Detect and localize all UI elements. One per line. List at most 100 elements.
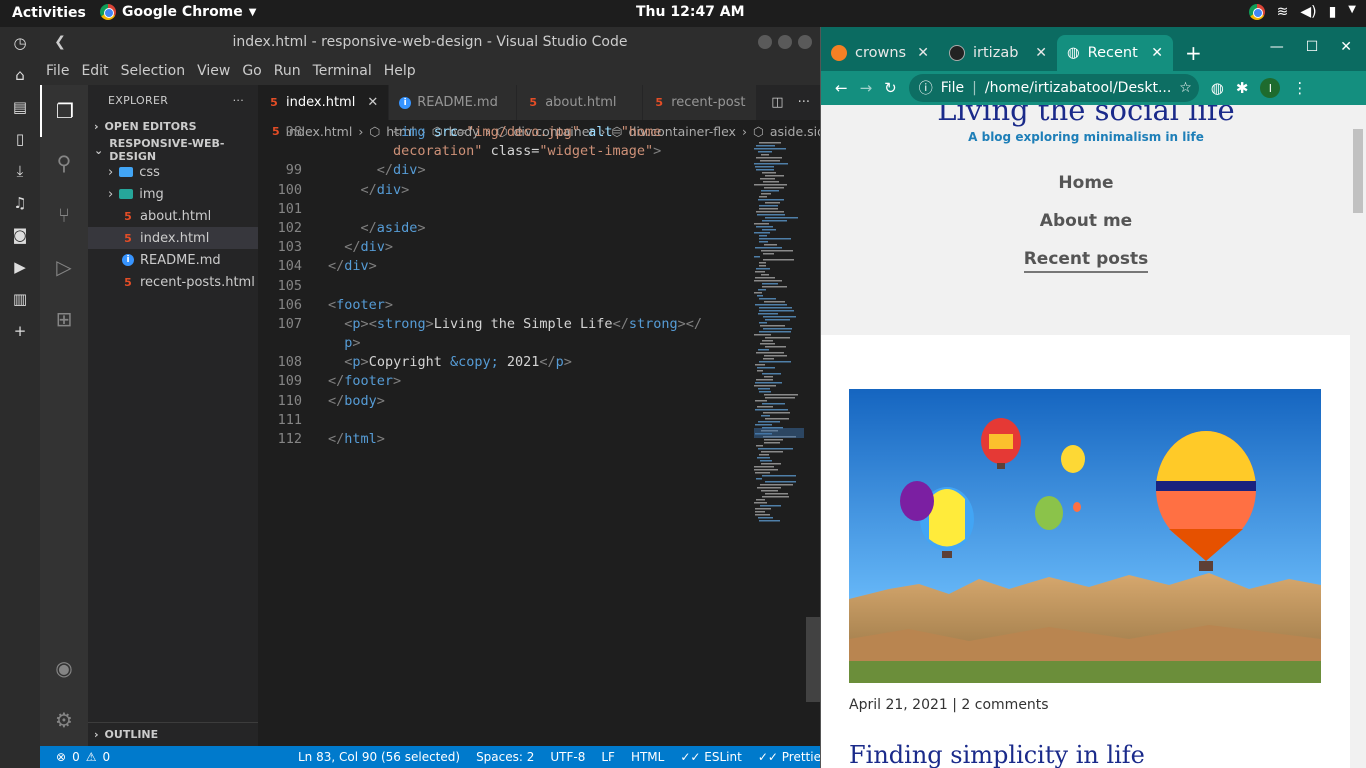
menu-selection[interactable]: Selection bbox=[121, 63, 186, 79]
maximize-button[interactable] bbox=[778, 35, 792, 49]
reload-icon[interactable]: ↻ bbox=[884, 79, 897, 97]
dock-video-icon[interactable]: ▶ bbox=[0, 251, 40, 283]
code-line[interactable]: 104 </div> bbox=[258, 258, 758, 277]
nav-home[interactable]: Home bbox=[821, 173, 1351, 193]
volume-icon[interactable]: ◀) bbox=[1300, 4, 1316, 20]
dock-trash-icon[interactable]: ▥ bbox=[0, 283, 40, 315]
dock-download-icon[interactable]: ⤓ bbox=[0, 155, 40, 187]
encoding[interactable]: UTF-8 bbox=[550, 750, 585, 764]
editor-scrollbar[interactable] bbox=[806, 142, 820, 746]
code-line[interactable]: 112 </html> bbox=[258, 431, 758, 450]
dock-music-icon[interactable]: ♫ bbox=[0, 187, 40, 219]
open-editors-section[interactable]: › OPEN EDITORS bbox=[88, 115, 258, 137]
problems-indicator[interactable]: ⊗ 0 ⚠ 0 bbox=[56, 750, 110, 764]
code-line[interactable]: 105 bbox=[258, 278, 758, 297]
code-line[interactable]: 103 </div> bbox=[258, 239, 758, 258]
nav-recent-posts[interactable]: Recent posts bbox=[1023, 249, 1149, 273]
minimap[interactable] bbox=[754, 142, 804, 602]
code-line[interactable]: 99 </div> bbox=[258, 162, 758, 181]
activities-button[interactable]: Activities bbox=[12, 5, 86, 21]
code-line[interactable]: 101 bbox=[258, 201, 758, 220]
code-editor[interactable]: 98 <img src="img/deco.jpg" alt="home dec… bbox=[258, 124, 758, 728]
close-icon[interactable]: ✕ bbox=[1151, 45, 1163, 61]
file-readme[interactable]: i README.md bbox=[88, 249, 258, 271]
dock-camera-icon[interactable]: ◙ bbox=[0, 219, 40, 251]
menu-file[interactable]: File bbox=[46, 63, 69, 79]
maximize-icon[interactable]: ☐ bbox=[1306, 39, 1319, 55]
close-button[interactable] bbox=[798, 35, 812, 49]
menu-edit[interactable]: Edit bbox=[81, 63, 108, 79]
code-line[interactable]: 100 </div> bbox=[258, 182, 758, 201]
tab-about-html[interactable]: 5 about.html bbox=[517, 85, 644, 120]
extensions-icon[interactable]: ⊞ bbox=[40, 293, 88, 345]
tab-recent-posts[interactable]: 5 recent-post bbox=[643, 85, 757, 120]
code-line[interactable]: 106 <footer> bbox=[258, 297, 758, 316]
code-line[interactable]: 107 <p><strong>Living the Simple Life</s… bbox=[258, 316, 758, 335]
close-icon[interactable]: ✕ bbox=[367, 95, 378, 110]
folder-css[interactable]: › css bbox=[88, 161, 258, 183]
close-icon[interactable]: ✕ bbox=[1035, 45, 1047, 61]
post-title[interactable]: Finding simplicity in life bbox=[849, 741, 1145, 768]
dock-add-icon[interactable]: + bbox=[0, 315, 40, 347]
dock-home-icon[interactable]: ⌂ bbox=[0, 59, 40, 91]
editor-scroll-thumb[interactable] bbox=[806, 617, 820, 702]
menu-terminal[interactable]: Terminal bbox=[313, 63, 372, 79]
eslint-status[interactable]: ✓✓ ESLint bbox=[680, 750, 741, 764]
run-debug-icon[interactable]: ▷ bbox=[40, 241, 88, 293]
account-icon[interactable]: ◉ bbox=[40, 642, 88, 694]
globe-extension-icon[interactable]: ◍ bbox=[1211, 79, 1224, 97]
explorer-icon[interactable]: ❐ bbox=[40, 85, 88, 137]
cursor-position[interactable]: Ln 83, Col 90 (56 selected) bbox=[298, 750, 460, 764]
code-line[interactable]: p> bbox=[258, 335, 758, 354]
battery-icon[interactable]: ▮ bbox=[1329, 4, 1337, 20]
tab-github[interactable]: irtizab ✕ bbox=[939, 35, 1057, 71]
extensions-puzzle-icon[interactable]: ✱ bbox=[1236, 79, 1249, 97]
chrome-tray-icon[interactable] bbox=[1248, 4, 1265, 20]
wifi-icon[interactable]: ≋ bbox=[1277, 4, 1289, 20]
file-about-html[interactable]: 5 about.html bbox=[88, 205, 258, 227]
more-actions-icon[interactable]: ··· bbox=[798, 95, 810, 110]
back-arrow-icon[interactable]: ← bbox=[835, 79, 848, 97]
power-caret-icon[interactable]: ▼ bbox=[1348, 4, 1356, 20]
minimize-button[interactable] bbox=[758, 35, 772, 49]
indentation[interactable]: Spaces: 2 bbox=[476, 750, 534, 764]
star-icon[interactable]: ☆ bbox=[1179, 80, 1192, 96]
forward-arrow-icon[interactable]: → bbox=[860, 79, 873, 97]
code-line[interactable]: 108 <p>Copyright &copy; 2021</p> bbox=[258, 354, 758, 373]
search-icon[interactable]: ⚲ bbox=[40, 137, 88, 189]
line-ending[interactable]: LF bbox=[601, 750, 615, 764]
tab-crowns[interactable]: crowns ✕ bbox=[821, 35, 939, 71]
menu-go[interactable]: Go bbox=[242, 63, 261, 79]
gear-icon[interactable]: ⚙ bbox=[40, 694, 88, 746]
close-icon[interactable]: ✕ bbox=[917, 45, 929, 61]
dock-clock-icon[interactable]: ◷ bbox=[0, 27, 40, 59]
nav-about[interactable]: About me bbox=[821, 211, 1351, 231]
menu-help[interactable]: Help bbox=[384, 63, 416, 79]
system-tray[interactable]: ≋ ◀) ▮ ▼ bbox=[1248, 4, 1356, 20]
dock-files-icon[interactable]: ▤ bbox=[0, 91, 40, 123]
close-icon[interactable]: ✕ bbox=[1340, 39, 1352, 55]
prettier-status[interactable]: ✓✓ Prettier bbox=[758, 750, 826, 764]
project-section[interactable]: ⌄ RESPONSIVE-WEB-DESIGN bbox=[88, 137, 258, 163]
folder-img[interactable]: › img bbox=[88, 183, 258, 205]
code-line[interactable]: 111 bbox=[258, 412, 758, 431]
source-control-icon[interactable]: ⑂ bbox=[40, 189, 88, 241]
split-editor-icon[interactable]: ◫ bbox=[771, 95, 783, 110]
address-bar[interactable]: ⓘ File | /home/irtizabatool/Deskt... ☆ bbox=[908, 74, 1199, 102]
code-line[interactable]: 102 </aside> bbox=[258, 220, 758, 239]
menu-view[interactable]: View bbox=[197, 63, 230, 79]
new-tab-button[interactable]: + bbox=[1173, 35, 1214, 71]
code-line[interactable]: 109 </footer> bbox=[258, 373, 758, 392]
app-menu[interactable]: Google Chrome ▼ bbox=[100, 4, 256, 20]
breadcrumb-item[interactable]: aside.sid bbox=[770, 124, 820, 139]
file-recent-posts-html[interactable]: 5 recent-posts.html bbox=[88, 271, 258, 293]
file-index-html[interactable]: 5 index.html bbox=[88, 227, 258, 249]
tab-recent[interactable]: ◍ Recent ✕ bbox=[1057, 35, 1173, 71]
code-line[interactable]: decoration" class="widget-image"> bbox=[258, 143, 758, 162]
chrome-menu-icon[interactable]: ⋮ bbox=[1292, 79, 1307, 97]
profile-avatar[interactable]: I bbox=[1260, 78, 1281, 98]
page-scrollbar[interactable] bbox=[1350, 105, 1366, 768]
tab-readme[interactable]: i README.md bbox=[389, 85, 518, 120]
code-line[interactable]: 110 </body> bbox=[258, 393, 758, 412]
code-line[interactable]: 98 <img src="img/deco.jpg" alt="home bbox=[258, 124, 758, 143]
